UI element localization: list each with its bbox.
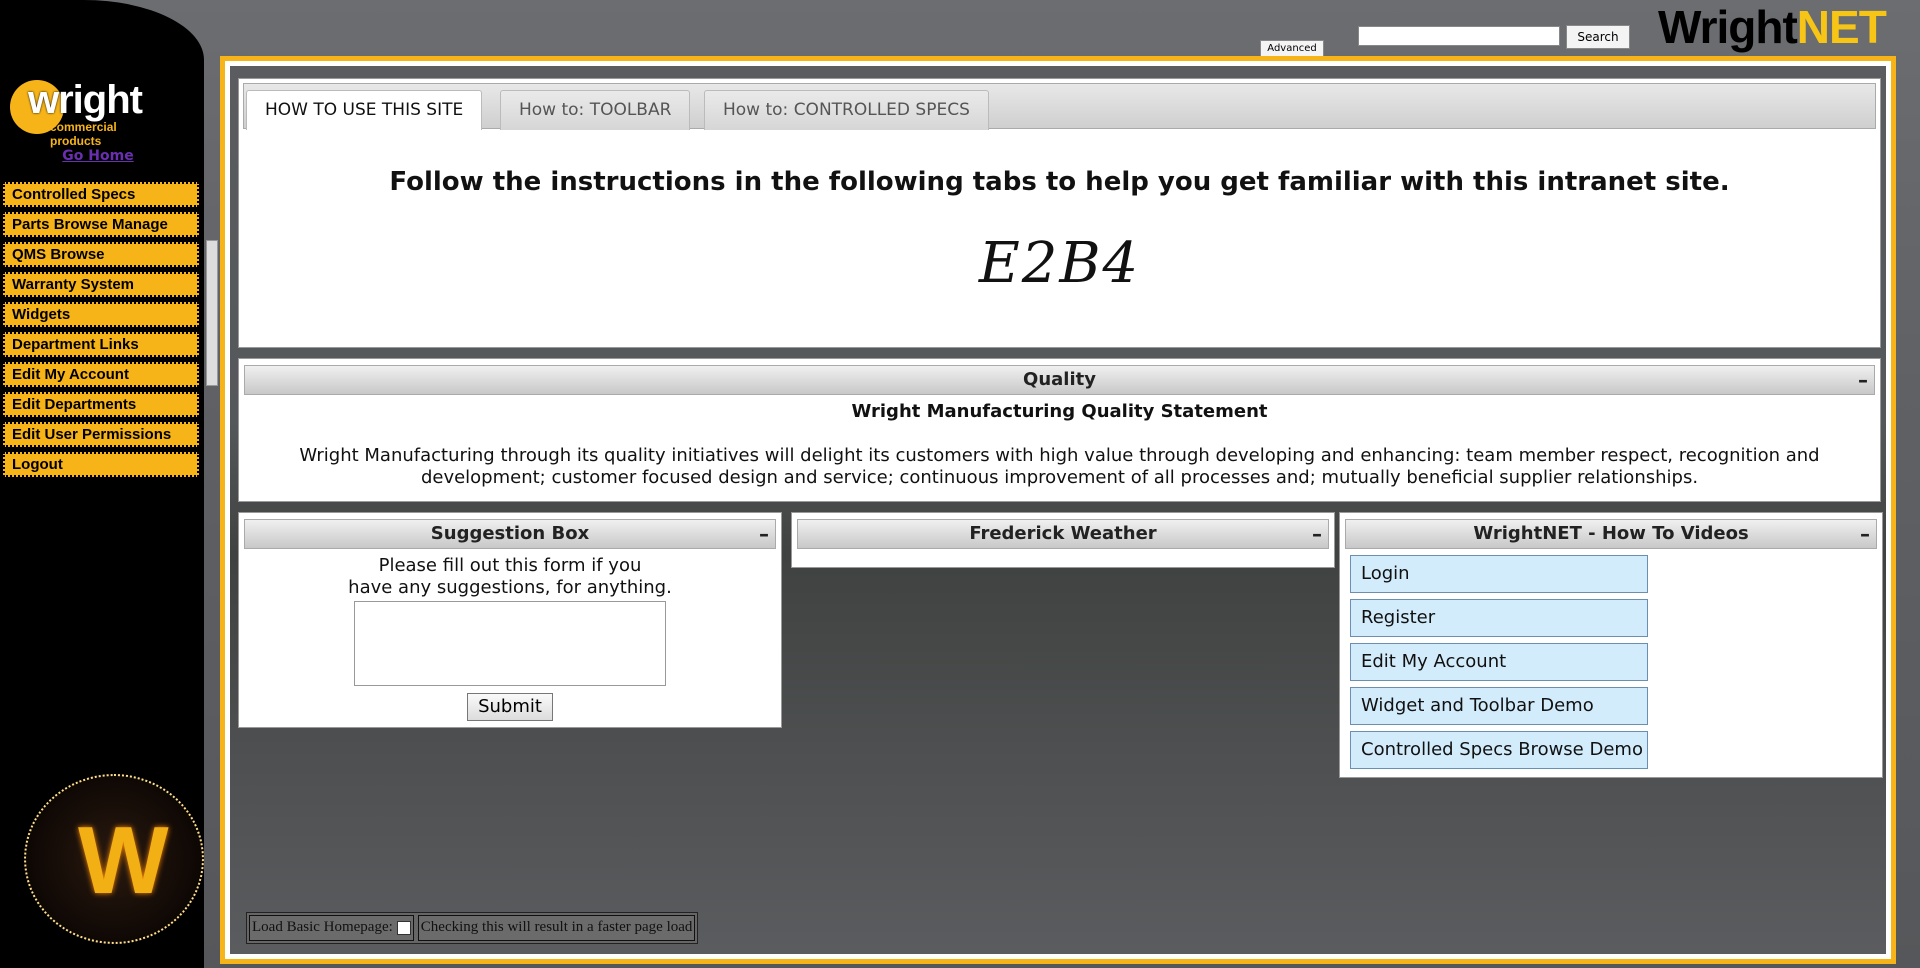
sidebar-item-logout[interactable]: Logout bbox=[3, 452, 199, 477]
suggestion-title: Suggestion Box bbox=[430, 523, 590, 544]
sidebar-item-controlled-specs[interactable]: Controlled Specs bbox=[3, 182, 199, 207]
sidebar-item-edit-my-account[interactable]: Edit My Account bbox=[3, 362, 199, 387]
suggestion-submit-button[interactable]: Submit bbox=[467, 693, 553, 721]
quality-widget-header: Quality – bbox=[244, 365, 1875, 395]
basic-homepage-checkbox[interactable] bbox=[396, 920, 411, 935]
quality-collapse-button[interactable]: – bbox=[1858, 366, 1868, 394]
quality-statement: Wright Manufacturing through its quality… bbox=[299, 445, 1820, 488]
main-content: HOW TO USE THIS SITE How to: TOOLBAR How… bbox=[230, 66, 1886, 954]
suggestion-textarea[interactable] bbox=[354, 601, 666, 686]
weather-widget-header: Frederick Weather – bbox=[797, 519, 1329, 549]
video-button-widget-toolbar-demo[interactable]: Widget and Toolbar Demo bbox=[1350, 687, 1648, 725]
sidebar-scrollbar[interactable] bbox=[206, 240, 218, 386]
suggestion-widget-header: Suggestion Box – bbox=[244, 519, 776, 549]
sidebar-item-warranty-system[interactable]: Warranty System bbox=[3, 272, 199, 297]
tab-how-to-toolbar[interactable]: How to: TOOLBAR bbox=[500, 90, 691, 130]
sidebar-menu: Controlled Specs Parts Browse Manage QMS… bbox=[3, 182, 199, 482]
intro-heading: Follow the instructions in the following… bbox=[389, 167, 1730, 197]
video-button-controlled-specs-demo[interactable]: Controlled Specs Browse Demo bbox=[1350, 731, 1648, 769]
sidebar-item-edit-departments[interactable]: Edit Departments bbox=[3, 392, 199, 417]
weather-title: Frederick Weather bbox=[969, 523, 1157, 544]
basic-homepage-label: Load Basic Homepage: bbox=[252, 919, 393, 935]
basic-homepage-note: Checking this will result in a faster pa… bbox=[417, 915, 696, 941]
videos-collapse-button[interactable]: – bbox=[1860, 520, 1870, 548]
sidebar-item-parts-browse-manage[interactable]: Parts Browse Manage bbox=[3, 212, 199, 237]
suggestion-text-line1: Please fill out this form if you bbox=[378, 555, 642, 576]
weather-widget: Frederick Weather – bbox=[791, 512, 1335, 568]
sidebar-item-department-links[interactable]: Department Links bbox=[3, 332, 199, 357]
sidebar-item-qms-browse[interactable]: QMS Browse bbox=[3, 242, 199, 267]
tab-bar: HOW TO USE THIS SITE How to: TOOLBAR How… bbox=[243, 83, 1876, 130]
logo-tagline: commercial products bbox=[50, 120, 117, 148]
suggestion-instructions: Please fill out this form if you have an… bbox=[239, 555, 781, 599]
basic-homepage-option: Load Basic Homepage: Checking this will … bbox=[246, 912, 699, 944]
quality-title: Quality bbox=[1023, 369, 1096, 390]
videos-widget-header: WrightNET - How To Videos – bbox=[1345, 519, 1877, 549]
go-home-link[interactable]: Go Home bbox=[0, 148, 196, 164]
brand-net: NET bbox=[1796, 1, 1887, 53]
basic-homepage-label-cell: Load Basic Homepage: bbox=[249, 915, 414, 941]
suggestion-text-line2: have any suggestions, for anything. bbox=[348, 577, 672, 598]
video-button-register[interactable]: Register bbox=[1350, 599, 1648, 637]
main-frame: HOW TO USE THIS SITE How to: TOOLBAR How… bbox=[220, 56, 1896, 964]
wrightnet-brand: WrightNET bbox=[1658, 0, 1887, 54]
search-input[interactable] bbox=[1358, 26, 1560, 46]
brand-wright: Wright bbox=[1658, 1, 1798, 53]
tab-how-to-controlled-specs[interactable]: How to: CONTROLLED SPECS bbox=[704, 90, 989, 130]
badge-w-glyph: W bbox=[78, 807, 169, 914]
tab-how-to-use-this-site[interactable]: HOW TO USE THIS SITE bbox=[246, 90, 483, 130]
logo-wordmark: wright bbox=[28, 78, 143, 122]
videos-title: WrightNET - How To Videos bbox=[1473, 523, 1749, 544]
sidebar-item-edit-user-permissions[interactable]: Edit User Permissions bbox=[3, 422, 199, 447]
video-button-edit-my-account[interactable]: Edit My Account bbox=[1350, 643, 1648, 681]
how-to-videos-widget: WrightNET - How To Videos – Login Regist… bbox=[1339, 512, 1883, 778]
quality-widget: Quality – Wright Manufacturing Quality S… bbox=[238, 358, 1881, 502]
video-button-login[interactable]: Login bbox=[1350, 555, 1648, 593]
how-to-tabs-panel: HOW TO USE THIS SITE How to: TOOLBAR How… bbox=[238, 78, 1881, 348]
wright-logo[interactable]: wright commercial products bbox=[10, 76, 170, 148]
sidebar-item-widgets[interactable]: Widgets bbox=[3, 302, 199, 327]
captcha-text: E2B4 bbox=[978, 231, 1141, 296]
suggestion-collapse-button[interactable]: – bbox=[759, 520, 769, 548]
search-button[interactable]: Search bbox=[1566, 25, 1630, 49]
suggestion-box-widget: Suggestion Box – Please fill out this fo… bbox=[238, 512, 782, 728]
weather-collapse-button[interactable]: – bbox=[1312, 520, 1322, 548]
wright-w-badge: W bbox=[24, 774, 204, 944]
quality-subtitle: Wright Manufacturing Quality Statement bbox=[851, 401, 1268, 422]
sidebar: wright commercial products Go Home Contr… bbox=[0, 0, 204, 968]
